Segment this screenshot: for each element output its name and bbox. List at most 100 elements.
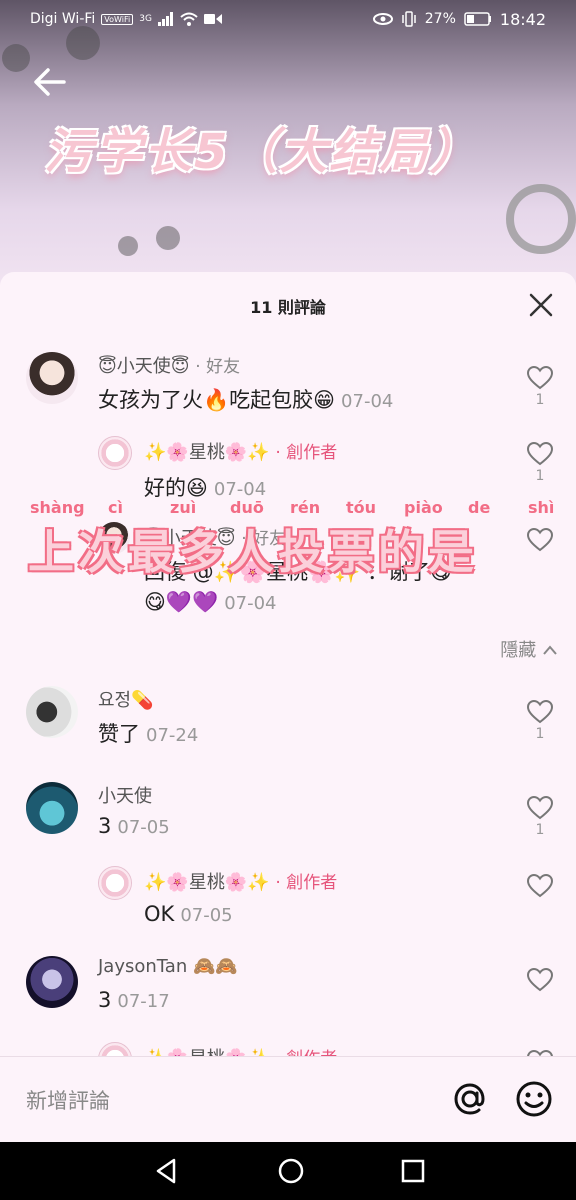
pinyin-label: rén <box>290 498 321 517</box>
username-text: ✨🌸星桃🌸✨ <box>144 442 270 463</box>
heart-icon[interactable] <box>527 366 553 390</box>
nav-home-icon[interactable] <box>276 1156 306 1186</box>
avatar[interactable] <box>26 686 78 738</box>
comment-date: 07-04 <box>224 593 277 614</box>
carrier-label: Digi Wi-Fi <box>30 11 96 27</box>
pinyin-label: shì <box>528 498 555 517</box>
battery-icon <box>464 12 491 26</box>
chevron-up-icon <box>543 645 557 655</box>
username-text: 요정💊 <box>98 690 154 711</box>
avatar[interactable] <box>26 782 78 834</box>
overlay-hanzi: 上次最多人投票的是 <box>28 525 478 579</box>
comment-body: 赞了 <box>98 722 140 746</box>
wifi-icon <box>180 12 198 26</box>
comment-text: 赞了 07-24 <box>98 718 198 748</box>
comment-body: 女孩为了火🔥吃起包胶😁 <box>98 388 336 412</box>
signal-icon <box>157 12 173 26</box>
heart-icon[interactable] <box>527 874 553 898</box>
system-nav-bar <box>0 1142 576 1200</box>
comment-body: 😋💜💜 <box>144 590 219 614</box>
pinyin-label: cì <box>108 498 123 517</box>
eye-icon <box>372 13 393 25</box>
comment-username[interactable]: 小天使 <box>98 782 152 808</box>
heart-icon[interactable] <box>527 796 553 820</box>
like-count: 1 <box>535 726 545 742</box>
reply-username[interactable]: ✨🌸星桃🌸✨ · 創作者 <box>144 868 337 894</box>
pinyin-label: tóu <box>346 498 377 517</box>
pinyin-label: de <box>468 498 491 517</box>
nav-recents-icon[interactable] <box>398 1156 428 1186</box>
reply-item: ✨🌸星桃🌸✨ · 創作者 好的😆 07-04 1 <box>0 432 576 502</box>
heart-icon[interactable] <box>527 442 553 466</box>
video-record-icon <box>203 14 222 24</box>
hide-label: 隱藏 <box>500 640 537 661</box>
comment-item: 요정💊 赞了 07-24 1 <box>0 682 576 762</box>
creator-badge: · 創作者 <box>275 443 338 463</box>
hide-replies-button[interactable]: 隱藏 <box>500 636 558 662</box>
comment-text: 女孩为了火🔥吃起包胶😁 07-04 <box>98 384 393 414</box>
comment-date: 07-05 <box>117 817 170 838</box>
close-icon[interactable] <box>528 292 554 318</box>
avatar[interactable] <box>26 352 78 404</box>
emoji-icon[interactable] <box>514 1079 554 1119</box>
comment-item: 😇小天使😇 · 好友 女孩为了火🔥吃起包胶😁 07-04 1 <box>0 348 576 418</box>
vibrate-icon <box>402 11 416 27</box>
comment-username[interactable]: 😇小天使😇 · 好友 <box>98 352 240 378</box>
comment-body: 3 <box>98 814 112 838</box>
back-arrow-icon[interactable] <box>30 62 70 102</box>
comment-date: 07-04 <box>213 479 267 500</box>
avatar[interactable] <box>98 866 132 900</box>
like-button[interactable]: 1 <box>526 796 554 838</box>
like-button[interactable] <box>526 968 554 992</box>
username-text: JaysonTan 🙈🙈 <box>98 956 238 977</box>
pinyin-label: shàng <box>30 498 85 517</box>
comment-count: 11 則評論 <box>250 298 326 317</box>
comment-body: 好的😆 <box>144 476 208 500</box>
mention-icon[interactable] <box>450 1079 490 1119</box>
creator-badge: · 創作者 <box>275 873 338 893</box>
decorative-dot <box>118 236 138 256</box>
username-text: ✨🌸星桃🌸✨ <box>144 872 270 893</box>
comments-header: 11 則評論 <box>0 272 576 336</box>
like-button[interactable]: 1 <box>526 442 554 484</box>
status-bar: Digi Wi-Fi VoWiFi 3G 27% 18:42 <box>0 0 576 38</box>
username-text: 😇小天使😇 <box>98 356 190 377</box>
comment-username[interactable]: 요정💊 <box>98 686 154 712</box>
decorative-dot <box>156 226 180 250</box>
like-count: 1 <box>535 392 545 408</box>
vowifi-badge: VoWiFi <box>101 13 134 25</box>
like-button[interactable]: 1 <box>526 366 554 408</box>
avatar[interactable] <box>98 436 132 470</box>
heart-icon[interactable] <box>527 700 553 724</box>
decorative-dot <box>2 44 30 72</box>
friend-badge: · 好友 <box>195 357 241 377</box>
avatar[interactable] <box>26 956 78 1008</box>
comment-item: 小天使 3 07-05 1 <box>0 778 576 858</box>
record-ring <box>506 184 576 254</box>
comment-input[interactable]: 新增評論 <box>26 1085 110 1115</box>
reply-item: ✨🌸星桃🌸✨ · 創作者 OK 07-05 <box>0 862 576 932</box>
comment-input-bar: 新增評論 <box>0 1056 576 1143</box>
nav-back-icon[interactable] <box>152 1156 182 1186</box>
comment-item: JaysonTan 🙈🙈 3 07-17 <box>0 952 576 1032</box>
heart-icon[interactable] <box>527 968 553 992</box>
comment-date: 07-05 <box>180 905 233 926</box>
comment-text: 3 07-17 <box>98 988 170 1012</box>
clock: 18:42 <box>499 9 546 29</box>
pinyin-label: zuì <box>170 498 197 517</box>
reply-text-line2: 😋💜💜 07-04 <box>144 590 277 615</box>
comment-date: 07-24 <box>146 725 199 746</box>
pinyin-label: duō <box>230 498 264 517</box>
username-text: 小天使 <box>98 786 152 807</box>
comment-text: 3 07-05 <box>98 814 170 838</box>
comment-date: 07-17 <box>117 991 170 1012</box>
like-count: 1 <box>535 468 545 484</box>
reply-text: OK 07-05 <box>144 902 233 926</box>
like-button[interactable]: 1 <box>526 700 554 742</box>
network-label: 3G <box>139 14 152 24</box>
like-button[interactable] <box>526 874 554 898</box>
overlay-caption: shàng cì zuì duō rén tóu piào de shì 上次最… <box>28 498 568 579</box>
like-count: 1 <box>535 822 545 838</box>
comment-username[interactable]: JaysonTan 🙈🙈 <box>98 956 238 977</box>
reply-username[interactable]: ✨🌸星桃🌸✨ · 創作者 <box>144 438 337 464</box>
